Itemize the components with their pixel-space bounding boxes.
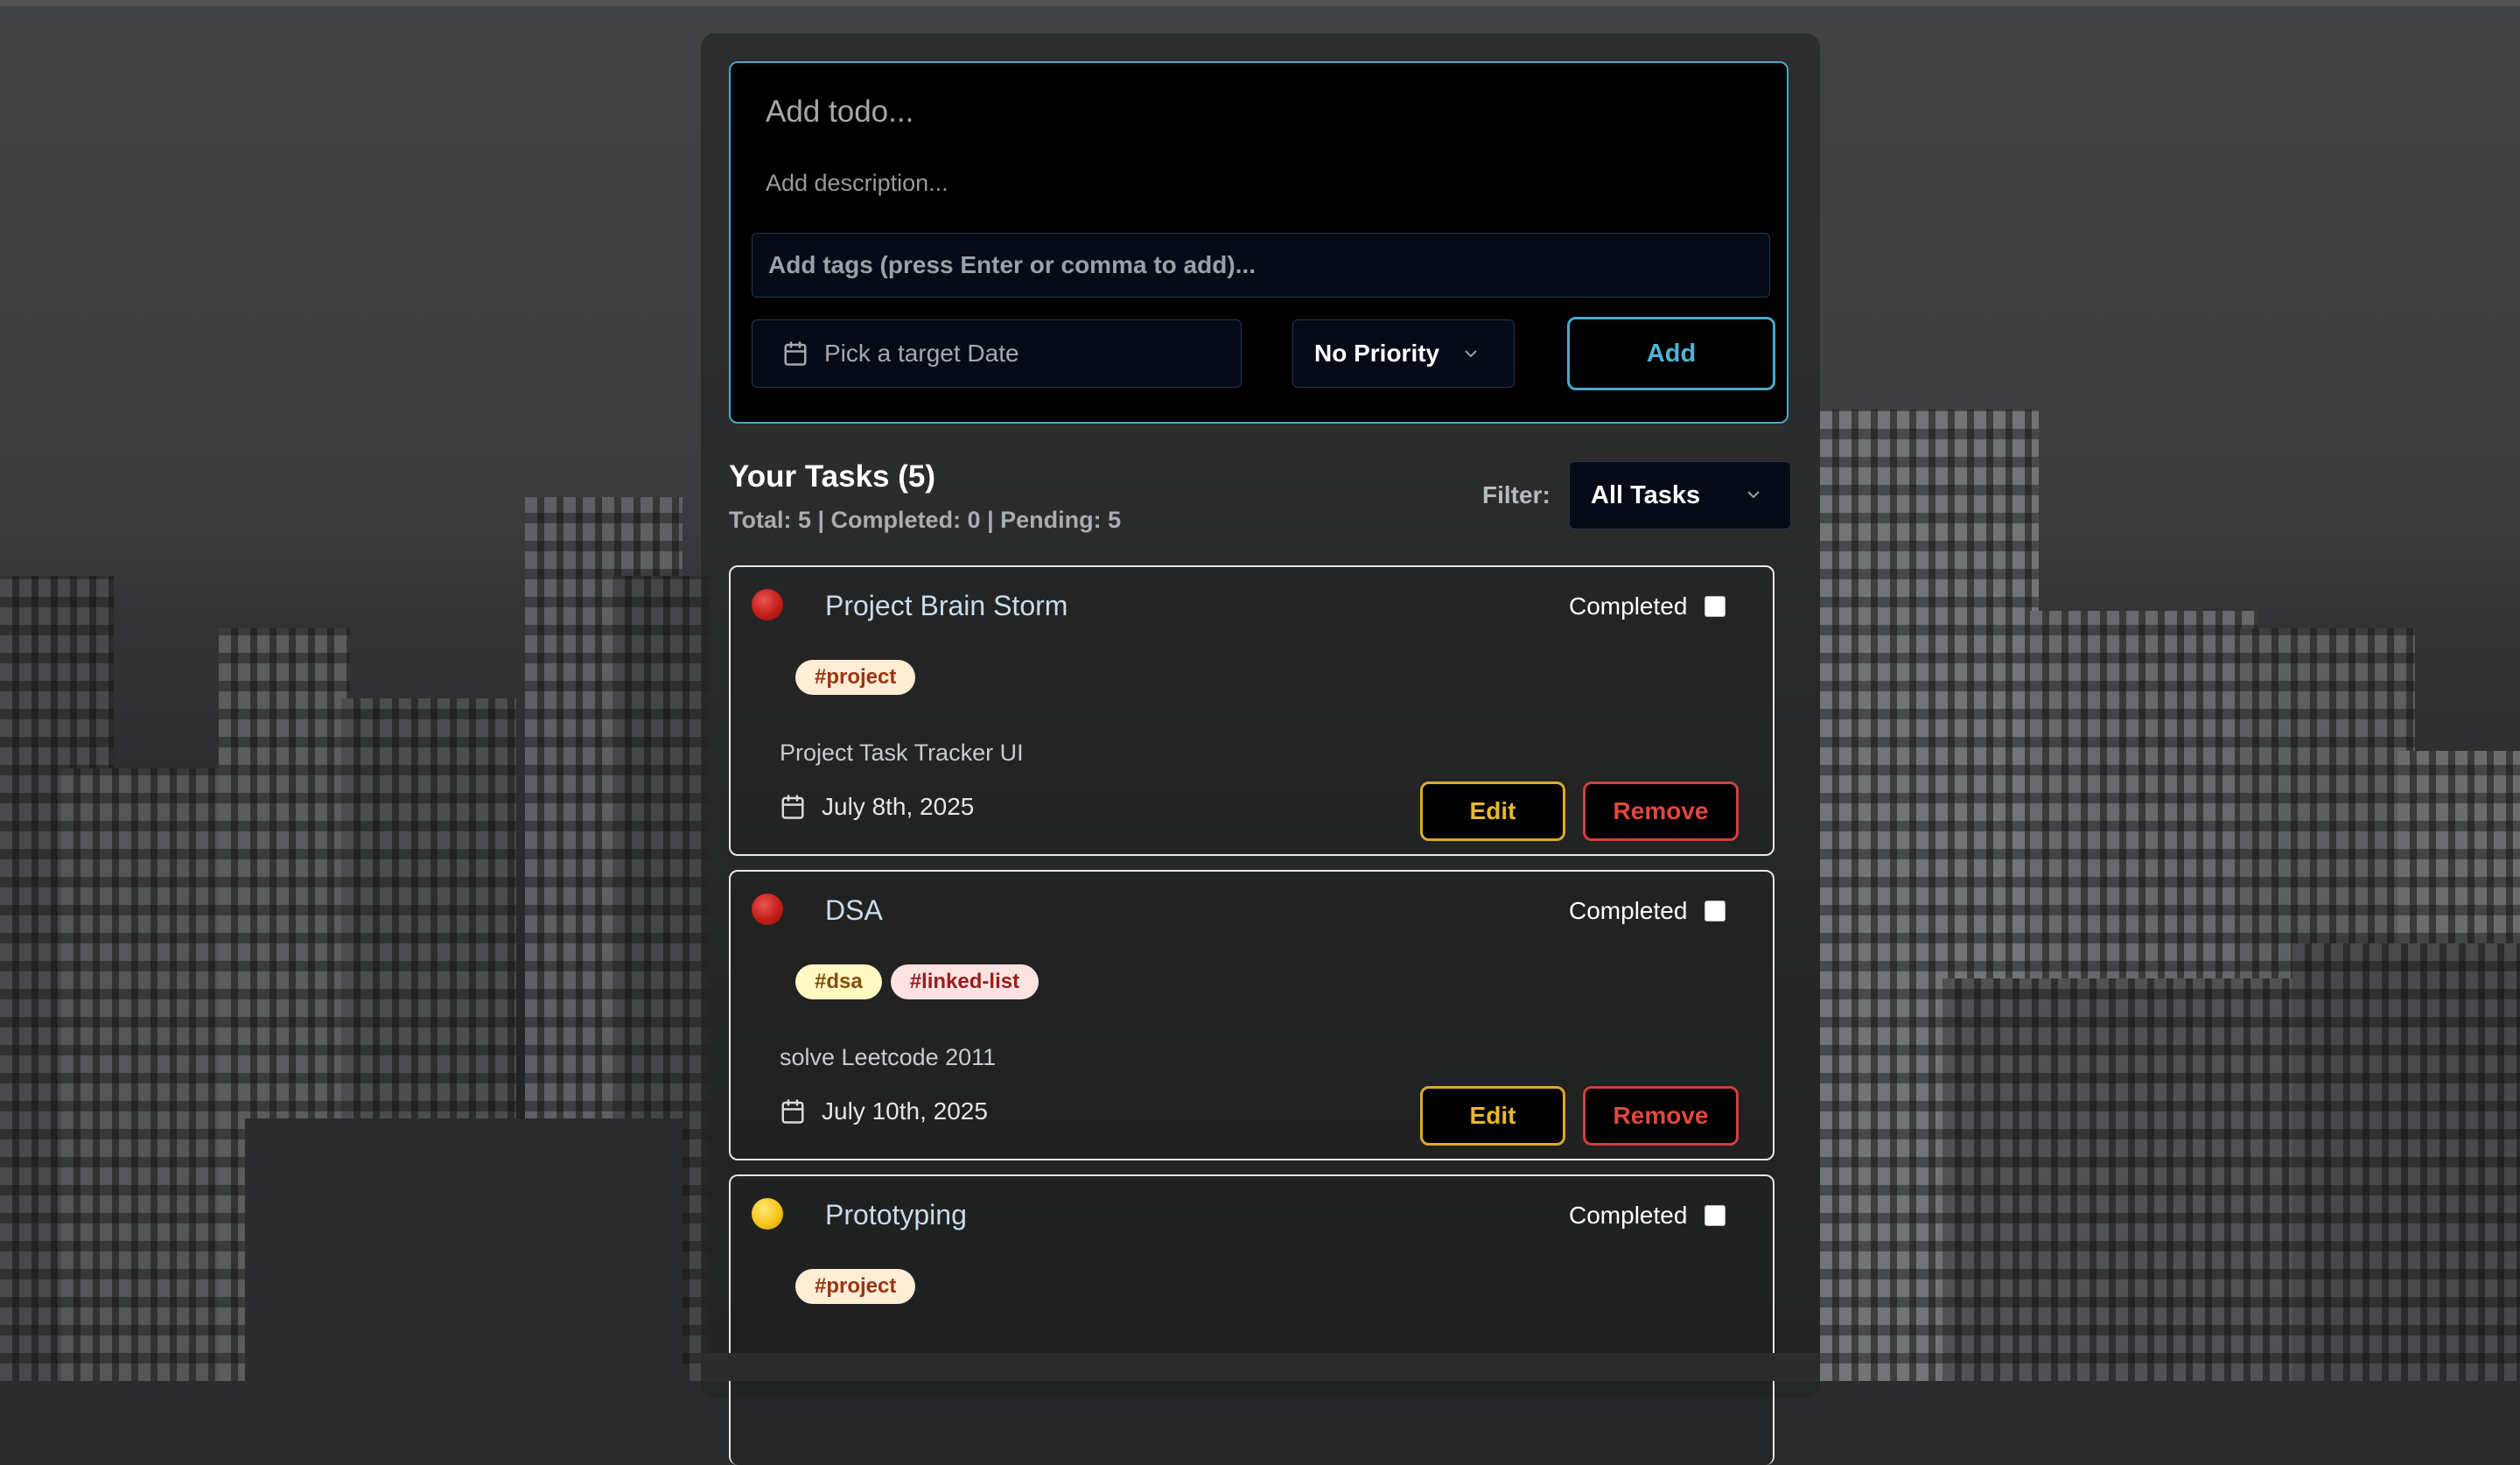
todo-app-panel: Add todo... Add description... Add tags … [701, 33, 1820, 1465]
calendar-icon [784, 341, 807, 366]
task-card: Project Brain Storm Completed #project P… [729, 565, 1774, 856]
calendar-icon [781, 1099, 804, 1124]
task-title: DSA [825, 894, 883, 926]
remove-button[interactable]: Remove [1583, 1086, 1739, 1146]
tasks-stats: Total: 5 | Completed: 0 | Pending: 5 [729, 507, 1122, 533]
filter-select[interactable]: All Tasks [1569, 461, 1791, 529]
date-placeholder: Pick a target Date [824, 340, 1019, 367]
task-date-text: July 10th, 2025 [822, 1097, 988, 1125]
tag-badge: #project [795, 660, 916, 695]
completed-toggle[interactable]: Completed [1569, 592, 1726, 620]
completed-checkbox[interactable] [1704, 1205, 1726, 1226]
task-date: July 8th, 2025 [780, 793, 974, 821]
task-date-text: July 8th, 2025 [822, 793, 975, 820]
filter-label: Filter: [1482, 481, 1550, 508]
chevron-down-icon [1747, 491, 1760, 499]
completed-checkbox[interactable] [1704, 596, 1726, 617]
completed-toggle[interactable]: Completed [1569, 1202, 1726, 1230]
chevron-down-icon [1465, 350, 1477, 358]
priority-dot-high [752, 589, 783, 620]
tags-input[interactable]: Add tags (press Enter or comma to add)..… [752, 233, 1770, 298]
completed-toggle[interactable]: Completed [1569, 897, 1726, 925]
target-date-picker[interactable]: Pick a target Date [752, 319, 1242, 388]
task-description: Project Task Tracker UI [780, 740, 1024, 766]
tag-badge: #project [795, 1269, 916, 1304]
building [1942, 978, 2310, 1381]
edit-button[interactable]: Edit [1420, 782, 1565, 841]
priority-select[interactable]: No Priority [1292, 319, 1515, 388]
task-tags: #dsa #linked-list [795, 964, 1040, 999]
task-title: Project Brain Storm [825, 590, 1068, 621]
task-card: DSA Completed #dsa #linked-list solve Le… [729, 870, 1774, 1160]
todo-description-input[interactable]: Add description... [766, 170, 948, 197]
task-date: July 10th, 2025 [780, 1097, 988, 1125]
filter-value: All Tasks [1591, 480, 1701, 509]
tags-input-placeholder: Add tags (press Enter or comma to add)..… [768, 251, 1256, 278]
todo-title-input[interactable]: Add todo... [766, 95, 914, 130]
completed-label: Completed [1569, 1202, 1688, 1229]
priority-value: No Priority [1314, 340, 1440, 367]
task-tags: #project [795, 660, 916, 695]
add-button[interactable]: Add [1567, 317, 1775, 390]
task-title: Prototyping [825, 1199, 967, 1230]
tasks-title: Your Tasks (5) [729, 459, 935, 494]
building [245, 1118, 682, 1381]
tag-badge: #dsa [795, 964, 882, 999]
calendar-icon [781, 795, 804, 819]
tag-badge: #linked-list [890, 964, 1040, 999]
building [61, 768, 228, 1381]
window-top-border [0, 0, 2520, 6]
task-card: Prototyping Completed #project [729, 1174, 1774, 1465]
building [2292, 943, 2520, 1381]
add-todo-form: Add todo... Add description... Add tags … [729, 61, 1788, 424]
priority-dot-medium [752, 1198, 783, 1230]
task-description: solve Leetcode 2011 [780, 1044, 997, 1070]
panel-bottom-mask [701, 1353, 1820, 1381]
completed-checkbox[interactable] [1704, 901, 1726, 922]
priority-dot-high [752, 894, 783, 925]
completed-label: Completed [1569, 897, 1688, 924]
completed-label: Completed [1569, 592, 1688, 620]
remove-button[interactable]: Remove [1583, 782, 1739, 841]
task-tags: #project [795, 1269, 916, 1304]
edit-button[interactable]: Edit [1420, 1086, 1565, 1146]
